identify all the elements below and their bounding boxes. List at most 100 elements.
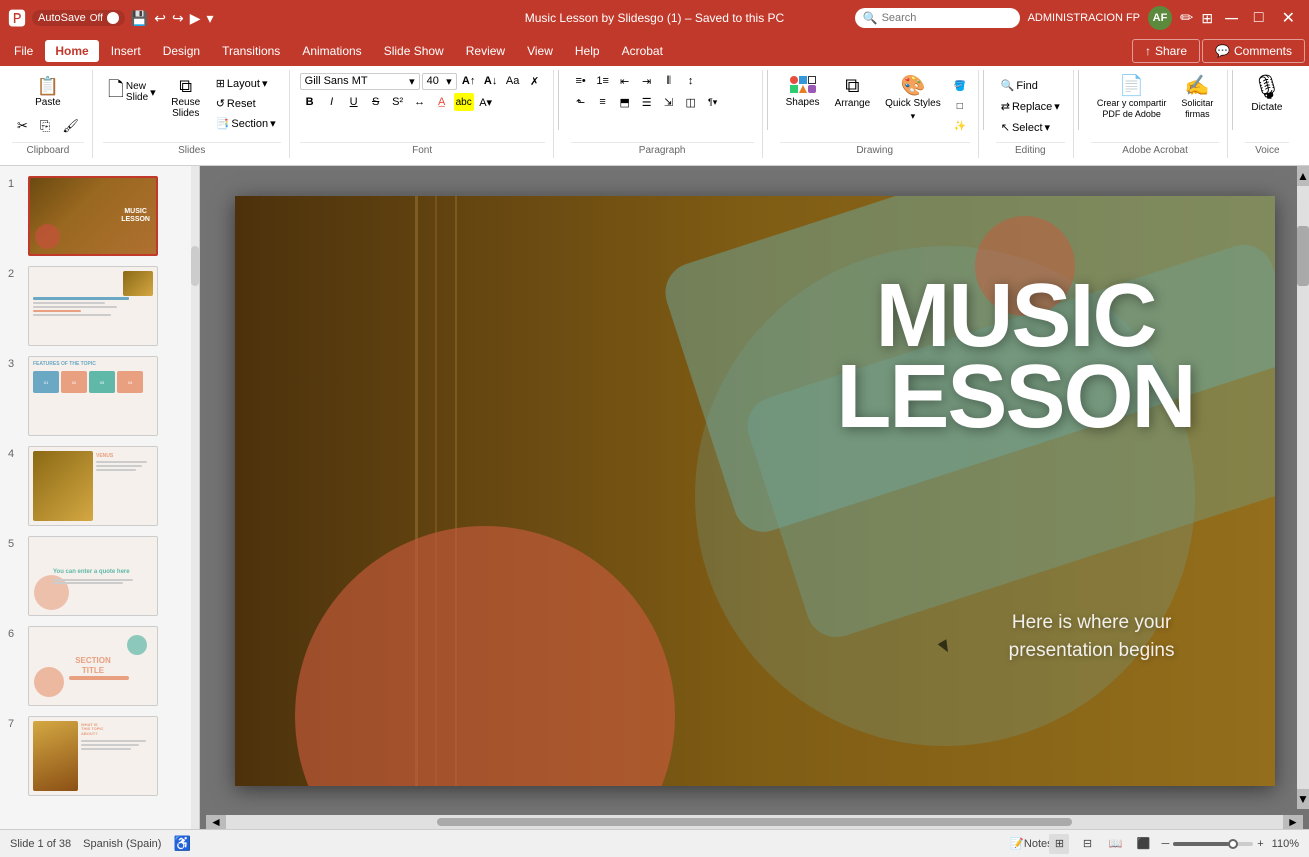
slide-thumb-6[interactable]: 6 SECTIONTITLE xyxy=(4,624,195,708)
h-scrollbar-thumb[interactable] xyxy=(437,818,1071,826)
numbering-button[interactable]: 1≡ xyxy=(593,72,613,90)
view-toggle-icon[interactable]: ⊞ xyxy=(1201,10,1213,27)
find-button[interactable]: 🔍 Find xyxy=(996,76,1043,95)
panel-scrollbar-thumb[interactable] xyxy=(191,246,199,286)
solicitar-firmas-button[interactable]: ✍ Solicitarfirmas xyxy=(1175,72,1219,124)
copy-button[interactable]: ⎘ xyxy=(35,115,55,137)
menu-view[interactable]: View xyxy=(517,40,563,62)
align-left-button[interactable]: ⬑ xyxy=(571,93,591,111)
normal-view-button[interactable]: ⊞ xyxy=(1049,834,1069,854)
dictate-button[interactable]: 🎙 Dictate xyxy=(1245,72,1288,117)
zoom-slider[interactable]: ─ + xyxy=(1161,838,1263,850)
slide-thumb-4[interactable]: 4 VENUS xyxy=(4,444,195,528)
zoom-track[interactable] xyxy=(1173,842,1253,846)
shape-effects-button[interactable]: ✨ xyxy=(950,117,970,135)
notes-button[interactable]: 📝 Notes xyxy=(1021,834,1041,854)
v-scrollbar-thumb[interactable] xyxy=(1297,226,1309,286)
slide-thumb-1[interactable]: 1 MUSICLESSON xyxy=(4,174,195,258)
replace-button[interactable]: ⇄ Replace ▾ xyxy=(996,97,1065,116)
reading-view-button[interactable]: 📖 xyxy=(1105,834,1125,854)
clear-format-button[interactable]: ✗ xyxy=(525,72,545,90)
slide-preview-7[interactable]: WHAT ISTHIS TOPICABOUT? xyxy=(28,716,158,796)
menu-acrobat[interactable]: Acrobat xyxy=(612,40,673,62)
save-icon[interactable]: 💾 xyxy=(131,10,148,27)
new-slide-button[interactable]: 🗋 NewSlide ▾ xyxy=(103,72,161,112)
slide-main[interactable]: MUSIC LESSON Here is where yourpresentat… xyxy=(235,196,1275,786)
columns-button[interactable]: ⫴ xyxy=(659,72,679,90)
smart-art-button[interactable]: ◫ xyxy=(681,93,701,111)
reuse-slides-button[interactable]: ⧉ ReuseSlides xyxy=(164,72,208,124)
canvas-scrollbar-h[interactable]: ◄ ► xyxy=(206,815,1303,829)
present-icon[interactable]: ▶ xyxy=(190,10,201,27)
slide-thumb-2[interactable]: 2 xyxy=(4,264,195,348)
strikethrough-button[interactable]: S xyxy=(366,93,386,111)
slide-thumb-3[interactable]: 3 FEATURES OF THE TOPIC 01 02 03 04 xyxy=(4,354,195,438)
font-family-select[interactable]: Gill Sans MT ▾ xyxy=(300,73,420,90)
line-spacing-button[interactable]: ↕ xyxy=(681,72,701,90)
font-color-button[interactable]: A̲ xyxy=(432,93,452,111)
slide-sorter-button[interactable]: ⊟ xyxy=(1077,834,1097,854)
slide-thumb-7[interactable]: 7 WHAT ISTHIS TOPICABOUT? xyxy=(4,714,195,798)
menu-review[interactable]: Review xyxy=(456,40,515,62)
panel-scrollbar[interactable] xyxy=(191,166,199,829)
canvas-scrollbar-v[interactable]: ▲ ▼ xyxy=(1297,166,1309,809)
search-input[interactable] xyxy=(882,12,1012,24)
scroll-up-button[interactable]: ▲ xyxy=(1297,166,1309,186)
reset-button[interactable]: ↺ Reset xyxy=(211,94,281,113)
crear-pdf-button[interactable]: 📄 Crear y compartirPDF de Adobe xyxy=(1091,72,1173,124)
decrease-indent-button[interactable]: ⇤ xyxy=(615,72,635,90)
comments-button[interactable]: 💬 Comments xyxy=(1202,39,1305,63)
share-button[interactable]: ↑ Share xyxy=(1132,39,1200,63)
menu-home[interactable]: Home xyxy=(45,40,98,62)
scroll-left-button[interactable]: ◄ xyxy=(206,815,226,829)
shape-outline-button[interactable]: □ xyxy=(950,97,970,115)
justify-button[interactable]: ☰ xyxy=(637,93,657,111)
align-right-button[interactable]: ⬒ xyxy=(615,93,635,111)
pen-icon[interactable]: ✏ xyxy=(1180,8,1193,28)
scroll-right-button[interactable]: ► xyxy=(1283,815,1303,829)
layout-button[interactable]: ⊞ Layout ▾ xyxy=(211,74,281,93)
italic-button[interactable]: I xyxy=(322,93,342,111)
menu-file[interactable]: File xyxy=(4,40,43,62)
slide-preview-3[interactable]: FEATURES OF THE TOPIC 01 02 03 04 xyxy=(28,356,158,436)
char-spacing-button[interactable]: ↔ xyxy=(410,93,430,111)
menu-animations[interactable]: Animations xyxy=(292,40,371,62)
zoom-minus-icon[interactable]: ─ xyxy=(1161,838,1169,850)
minimize-icon[interactable]: ─ xyxy=(1221,8,1242,29)
change-case-button[interactable]: Aa xyxy=(503,72,523,90)
autosave-toggle[interactable]: AutoSave Off xyxy=(32,10,125,26)
align-center-button[interactable]: ≡ xyxy=(593,93,613,111)
bullets-button[interactable]: ≡• xyxy=(571,72,591,90)
increase-indent-button[interactable]: ⇥ xyxy=(637,72,657,90)
font-size-increase-button[interactable]: A↑ xyxy=(459,72,479,90)
maximize-icon[interactable]: □ xyxy=(1250,9,1268,27)
section-button[interactable]: 📑 Section ▾ xyxy=(211,114,281,133)
shape-fill-button[interactable]: 🪣 xyxy=(950,77,970,95)
scroll-down-button[interactable]: ▼ xyxy=(1297,789,1309,809)
zoom-thumb[interactable] xyxy=(1228,839,1238,849)
text-direction-button[interactable]: ⇲ xyxy=(659,93,679,111)
search-box[interactable]: 🔍 xyxy=(855,8,1020,28)
format-painter-button[interactable]: 🖌 xyxy=(57,115,84,137)
shapes-button[interactable]: Shapes xyxy=(780,72,826,112)
select-button[interactable]: ↖ Select ▾ xyxy=(996,118,1055,137)
settings-icon[interactable]: ▾ xyxy=(207,10,214,27)
slide-preview-6[interactable]: SECTIONTITLE xyxy=(28,626,158,706)
menu-insert[interactable]: Insert xyxy=(101,40,151,62)
menu-design[interactable]: Design xyxy=(153,40,210,62)
menu-help[interactable]: Help xyxy=(565,40,610,62)
menu-slideshow[interactable]: Slide Show xyxy=(374,40,454,62)
slide-preview-1[interactable]: MUSICLESSON xyxy=(28,176,158,256)
font-size-select[interactable]: 40 ▾ xyxy=(422,73,457,90)
underline-button[interactable]: U xyxy=(344,93,364,111)
bold-button[interactable]: B xyxy=(300,93,320,111)
zoom-plus-icon[interactable]: + xyxy=(1257,838,1263,850)
close-icon[interactable]: ✕ xyxy=(1276,8,1301,28)
paragraph-options-button[interactable]: ¶▾ xyxy=(703,93,723,111)
slide-preview-5[interactable]: You can enter a quote here xyxy=(28,536,158,616)
paste-button[interactable]: 📋 Paste xyxy=(26,72,70,113)
arrange-button[interactable]: ⧉ Arrange xyxy=(829,72,877,113)
cut-button[interactable]: ✂ xyxy=(12,115,33,137)
font-color-2-button[interactable]: A▾ xyxy=(476,93,496,111)
slide-preview-2[interactable] xyxy=(28,266,158,346)
